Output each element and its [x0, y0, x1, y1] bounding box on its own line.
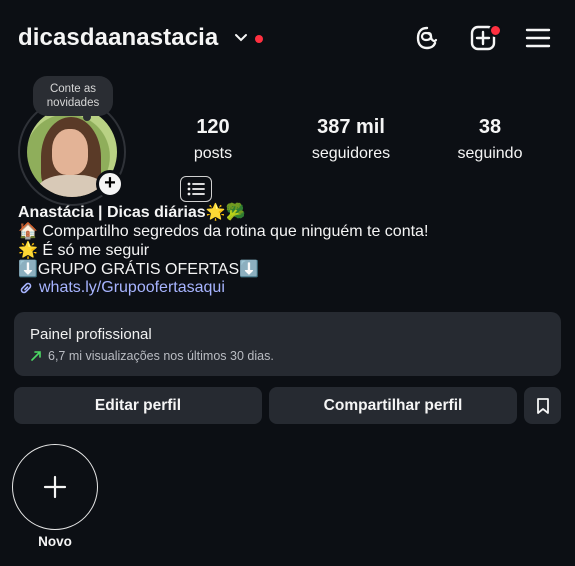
note-line-2: novidades	[46, 97, 100, 109]
panel-title: Painel profissional	[30, 326, 152, 343]
plus-icon	[43, 475, 67, 499]
edit-profile-button[interactable]: Editar perfil	[14, 387, 262, 424]
account-notification-dot	[255, 35, 263, 43]
stat-value: 38	[478, 116, 502, 138]
threads-icon[interactable]	[411, 22, 443, 54]
bio-line-1: 🏠 Compartilho segredos da rotina que nin…	[18, 223, 429, 240]
stat-label: seguindo	[457, 145, 523, 162]
stat-label: seguidores	[311, 145, 391, 162]
profile-display-name: Anastácia | Dicas diárias🌟🥦	[18, 204, 246, 221]
stat-value: 387 mil	[317, 116, 385, 138]
new-highlight-label: Novo	[38, 534, 72, 549]
stat-label: posts	[193, 145, 233, 162]
profile-username[interactable]: dicasdaanastacia	[18, 24, 218, 52]
list-view-icon[interactable]	[180, 176, 212, 202]
stat-value: 120	[196, 116, 230, 138]
note-line-1: Conte as	[49, 83, 97, 95]
add-story-icon[interactable]: +	[96, 170, 124, 198]
bio-link-text: whats.ly/Grupoofertasaqui	[39, 279, 225, 296]
new-highlight-button[interactable]	[12, 444, 98, 530]
panel-subtitle-row: 6,7 mi visualizações nos últimos 30 dias…	[30, 349, 545, 363]
bio-line-3: ⬇️GRUPO GRÁTIS OFERTAS⬇️	[18, 261, 260, 278]
professional-dashboard[interactable]: Painel profissional 6,7 mi visualizações…	[14, 312, 561, 376]
chevron-down-icon[interactable]	[234, 30, 248, 44]
stat-following[interactable]: 38 seguindo	[450, 116, 530, 163]
share-profile-button[interactable]: Compartilhar perfil	[269, 387, 517, 424]
new-activity-dot	[489, 24, 502, 37]
note-bubble[interactable]: Conte as novidades	[33, 76, 113, 121]
link-icon	[20, 282, 32, 294]
menu-icon[interactable]	[522, 22, 554, 54]
trend-up-icon	[31, 351, 41, 361]
bookmark-icon	[536, 397, 549, 414]
stat-followers[interactable]: 387 mil seguidores	[301, 116, 401, 163]
panel-subtitle: 6,7 mi visualizações nos últimos 30 dias…	[48, 349, 274, 363]
bio-line-2: 🌟 É só me seguir	[18, 242, 150, 259]
bookmark-button[interactable]	[524, 387, 561, 424]
stat-posts[interactable]: 120 posts	[183, 116, 243, 163]
bio-link[interactable]: whats.ly/Grupoofertasaqui	[18, 279, 225, 297]
